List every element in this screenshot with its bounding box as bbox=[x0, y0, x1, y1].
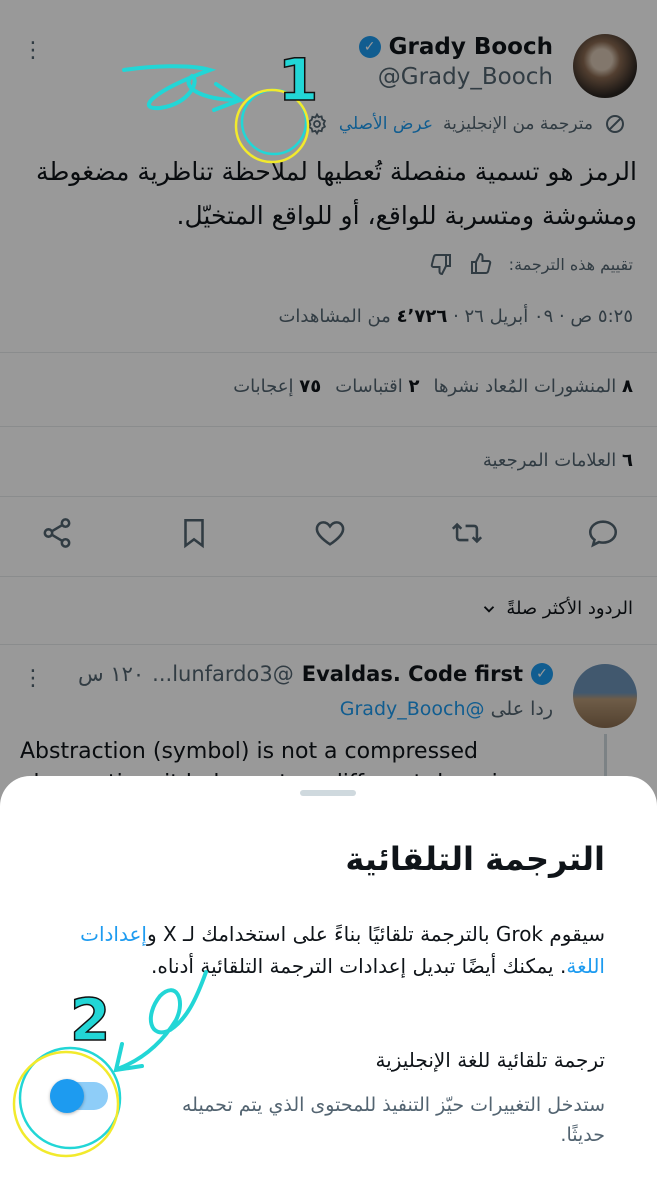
sheet-grabber[interactable] bbox=[300, 790, 356, 796]
sheet-title: الترجمة التلقائية bbox=[345, 840, 605, 878]
sheet-desc-part2: . يمكنك أيضًا تبديل إعدادات الترجمة التل… bbox=[151, 954, 567, 978]
auto-translate-setting-title: ترجمة تلقائية للغة الإنجليزية bbox=[375, 1048, 605, 1072]
auto-translate-toggle[interactable] bbox=[50, 1079, 108, 1113]
auto-translation-sheet: الترجمة التلقائية سيقوم Grok بالترجمة تل… bbox=[0, 776, 657, 1200]
sheet-description: سيقوم Grok بالترجمة تلقائيًا بناءً على ا… bbox=[45, 918, 605, 982]
page: ⋮ ✓ Grady Booch @Grady_Booch مترجمة من ا… bbox=[0, 0, 657, 1200]
sheet-desc-part1: سيقوم Grok بالترجمة تلقائيًا بناءً على ا… bbox=[146, 922, 605, 946]
toggle-knob bbox=[50, 1079, 84, 1113]
auto-translate-setting-desc: ستدخل التغييرات حيّز التنفيذ للمحتوى الذ… bbox=[181, 1094, 605, 1146]
